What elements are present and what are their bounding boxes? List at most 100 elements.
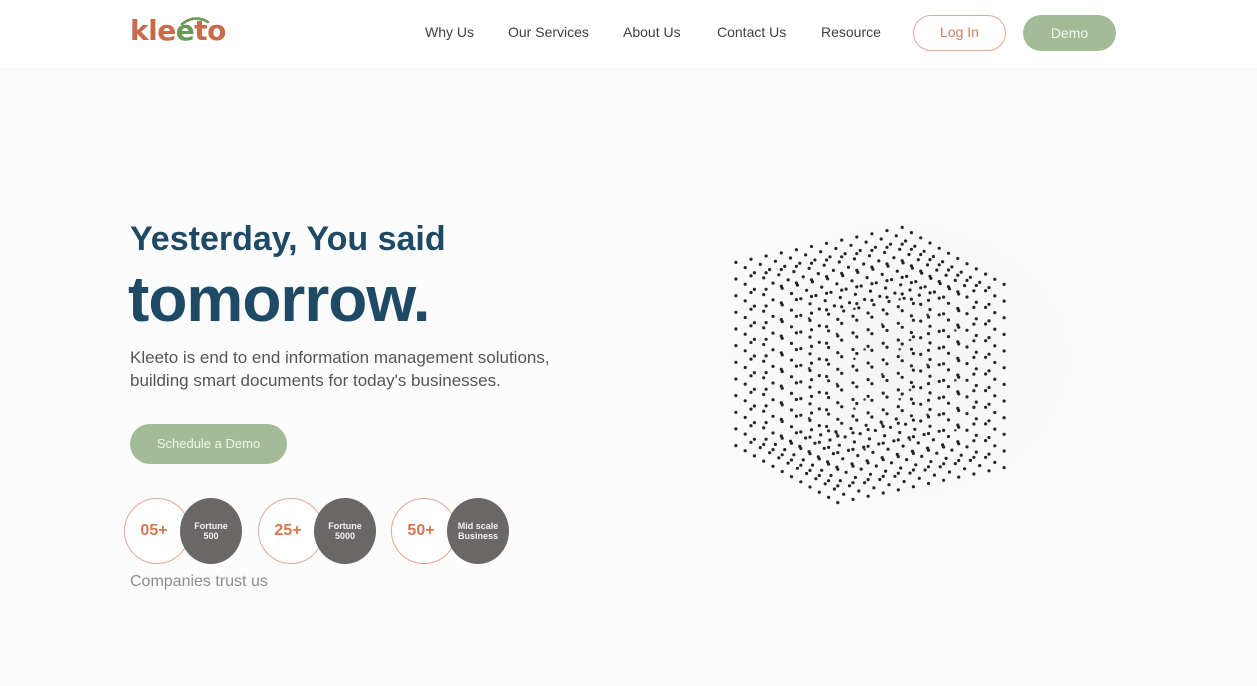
cube-dot <box>893 474 897 478</box>
cube-dot <box>972 305 976 309</box>
cube-dot <box>984 439 988 443</box>
cube-dot <box>858 248 862 253</box>
stat-badge: Fortune 500 <box>180 498 242 564</box>
cube-dot <box>896 388 900 392</box>
cube-dot <box>771 364 775 368</box>
cube-dot <box>974 267 978 271</box>
cube-dot <box>868 472 873 476</box>
nav-why-us[interactable]: Why Us <box>425 24 474 40</box>
cube-dot <box>946 368 951 372</box>
cube-dot <box>978 464 982 468</box>
cube-dot <box>794 381 798 385</box>
cube-dot <box>974 383 978 388</box>
cube-dot <box>752 387 756 391</box>
cube-dot <box>780 419 784 424</box>
cube-dot <box>896 371 900 375</box>
cube-dot <box>829 290 833 294</box>
cube-dot <box>851 381 855 385</box>
cube-dot <box>883 434 887 438</box>
nav-about-us[interactable]: About Us <box>623 24 681 40</box>
cube-dot <box>827 329 831 333</box>
cube-dot <box>974 417 978 421</box>
nav-contact-us[interactable]: Contact Us <box>717 24 786 40</box>
cube-dot <box>809 311 814 315</box>
cube-dot <box>894 417 898 421</box>
cube-dot <box>946 251 951 255</box>
cube-dot <box>965 428 969 432</box>
cube-dot <box>837 443 841 447</box>
login-button[interactable]: Log In <box>913 15 1006 51</box>
cube-dot <box>946 418 951 422</box>
cube-dot <box>870 248 874 252</box>
cube-dot <box>868 289 873 293</box>
nav-resource[interactable]: Resource <box>821 24 881 40</box>
stat-mid-scale-business: 50+ Mid scale Business <box>391 498 521 566</box>
cube-dot <box>764 421 768 425</box>
cube-dot <box>893 291 897 295</box>
cube-dot <box>965 295 969 299</box>
cube-dot <box>855 252 859 256</box>
cube-dot <box>798 261 802 265</box>
cube-dot <box>926 365 931 369</box>
cube-dot <box>878 477 882 482</box>
cube-dot <box>957 292 961 296</box>
cube-dot <box>928 258 932 262</box>
cube-dot <box>965 345 969 349</box>
cube-dot <box>987 319 991 323</box>
cube-dot <box>870 332 874 336</box>
demo-button[interactable]: Demo <box>1023 15 1116 51</box>
cube-dot <box>987 435 991 440</box>
cube-dot <box>972 389 976 393</box>
cube-dot <box>852 440 856 444</box>
cube-dot <box>954 429 957 432</box>
cube-dot <box>908 438 912 442</box>
cube-dot <box>920 454 924 458</box>
cube-dot <box>919 352 923 356</box>
cube-dot <box>764 404 768 408</box>
cube-dot <box>1002 366 1006 370</box>
cube-dot <box>817 324 821 328</box>
cube-dot <box>885 328 889 333</box>
cube-dot <box>898 247 902 251</box>
cube-dot <box>959 453 963 457</box>
cube-dot <box>799 413 803 417</box>
cube-dot <box>827 462 831 466</box>
cube-dot <box>928 374 932 378</box>
cube-dot <box>900 409 904 413</box>
cube-dot <box>917 476 921 480</box>
nav-our-services[interactable]: Our Services <box>508 24 589 40</box>
cube-dot <box>851 464 855 468</box>
cube-dot <box>911 335 915 339</box>
cube-dot <box>789 375 794 379</box>
cube-dot <box>902 296 906 300</box>
cube-dot <box>896 405 900 409</box>
cube-dot <box>799 397 803 401</box>
cube-dot <box>794 414 798 418</box>
cube-dot <box>764 304 768 308</box>
hero-description-line2: building smart documents for today's bus… <box>130 371 501 390</box>
cube-dot <box>743 315 747 320</box>
cube-dot <box>749 290 753 295</box>
cube-dot <box>885 245 889 249</box>
cube-dot <box>836 367 840 371</box>
cube-dot <box>937 296 941 300</box>
cube-dot <box>946 385 951 389</box>
cube-dot <box>870 415 874 419</box>
cube-dot <box>972 289 976 293</box>
kleeto-logo[interactable]: kleeto <box>130 14 226 47</box>
cube-dot <box>896 421 900 425</box>
cube-dot <box>1002 466 1006 470</box>
cube-dot <box>817 490 821 494</box>
cube-dot <box>993 344 997 348</box>
cube-dot <box>866 378 870 382</box>
cube-dot <box>794 264 798 268</box>
cube-dot <box>834 246 838 251</box>
cube-dot <box>886 264 890 268</box>
cube-dot <box>932 473 936 477</box>
schedule-demo-button[interactable]: Schedule a Demo <box>130 424 287 464</box>
cube-dot <box>780 303 784 307</box>
cube-dot <box>764 271 768 275</box>
cube-dot <box>957 425 961 429</box>
cube-dot <box>794 314 798 318</box>
cube-dot <box>762 359 766 363</box>
